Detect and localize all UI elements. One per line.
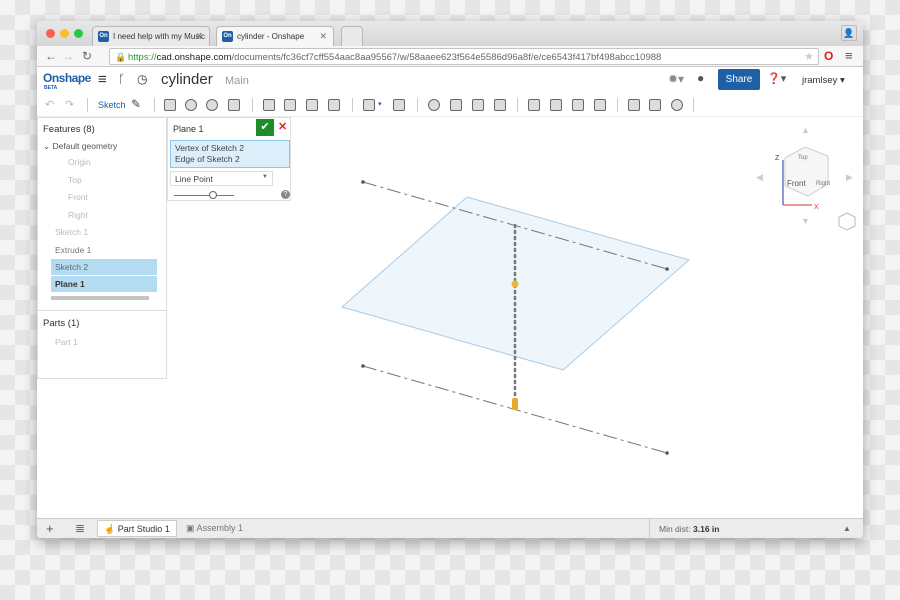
- bottom-tab-bar: + ≣ ☝ Part Studio 1 ▣ Assembly 1 Min dis…: [37, 518, 863, 538]
- add-tab-plus-icon[interactable]: +: [46, 521, 54, 536]
- selected-vertex[interactable]: [511, 280, 519, 288]
- expand-panel-icon[interactable]: ▲: [843, 524, 851, 533]
- x-axis-label: X: [814, 204, 819, 211]
- tab-part-studio-1[interactable]: ☝ Part Studio 1: [97, 520, 177, 537]
- viewcube-right-face[interactable]: Right: [816, 181, 830, 187]
- tab-label: Part Studio 1: [117, 524, 170, 534]
- part-studio-icon: ☝: [104, 524, 116, 534]
- rotate-left-arrow-icon[interactable]: ◀: [756, 172, 763, 182]
- assembly-icon: ▣: [186, 523, 195, 533]
- browser-window: On I need help with my Music ✕ On cylinder …: [37, 21, 863, 538]
- viewcube-top-face[interactable]: Top: [798, 155, 808, 161]
- tab-label: Assembly 1: [196, 523, 244, 533]
- divider: [649, 519, 650, 538]
- tab-assembly-1[interactable]: ▣ Assembly 1: [180, 520, 250, 537]
- z-axis-label: Z: [775, 155, 780, 162]
- min-dist-readout: Min dist: 3.16 in: [659, 524, 720, 534]
- rotate-right-arrow-icon[interactable]: ▶: [846, 172, 853, 182]
- rotate-up-arrow-icon[interactable]: ▲: [801, 125, 810, 135]
- tab-list-icon[interactable]: ≣: [75, 521, 85, 535]
- vertex-point[interactable]: [665, 267, 669, 271]
- vertex-point[interactable]: [665, 451, 669, 455]
- 3d-viewport[interactable]: Top Front Right Z X ▲ ▼ ◀ ▶: [37, 21, 863, 538]
- edge-endpoint-marker: [512, 398, 518, 410]
- viewcube-front-face[interactable]: Front: [787, 179, 806, 188]
- min-dist-value: 3.16 in: [693, 524, 720, 534]
- min-dist-label: Min dist:: [659, 524, 691, 534]
- vertex-point[interactable]: [361, 180, 365, 184]
- view-cube[interactable]: Top Front Right Z X ▲ ▼ ◀ ▶: [756, 125, 853, 226]
- vertex-point[interactable]: [361, 364, 365, 368]
- rotate-down-arrow-icon[interactable]: ▼: [801, 216, 810, 226]
- view-cube-menu-icon[interactable]: [838, 212, 856, 231]
